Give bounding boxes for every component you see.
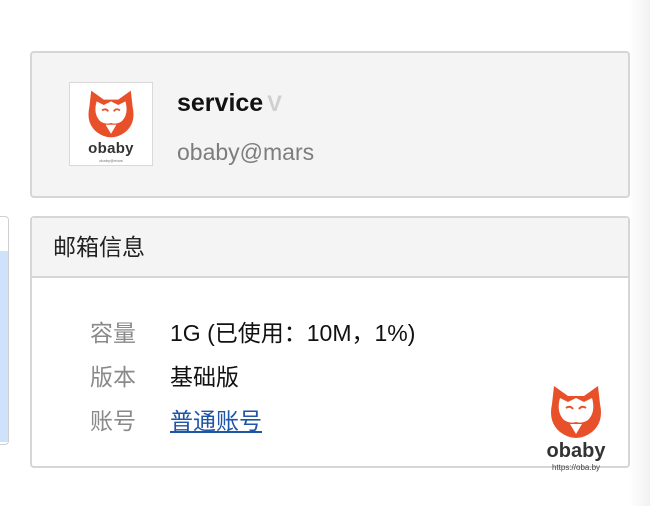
watermark-logo: obaby https://oba.by [543,382,609,472]
right-scroll-shadow [628,0,650,506]
capacity-row: 容量 1G (已使用：10M，1%) [90,314,415,348]
avatar-tagline: obaby@mars [99,158,123,163]
profile-name-row: service V [177,89,282,118]
left-panel-selection [0,251,8,442]
watermark-brand: obaby [546,440,606,462]
fox-logo-icon [88,90,134,138]
account-label: 账号 [90,408,136,434]
verified-v-icon: V [267,91,282,116]
fox-logo-icon [551,386,601,438]
profile-card: obaby obaby@mars service V obaby@mars [30,51,630,198]
watermark-url: https://oba.by [551,463,601,472]
account-type-link[interactable]: 普通账号 [170,402,262,436]
version-value: 基础版 [170,364,239,390]
profile-address: obaby@mars [177,139,315,165]
left-panel-edge [0,216,9,445]
capacity-label: 容量 [90,320,136,346]
capacity-value: 1G (已使用：10M，1%) [170,320,416,346]
avatar[interactable]: obaby obaby@mars [69,82,153,166]
version-label: 版本 [90,364,136,390]
account-row: 账号 普通账号 [90,402,262,436]
avatar-brand-text: obaby [88,140,134,157]
mailbox-info-card: 邮箱信息 容量 1G (已使用：10M，1%) 版本 基础版 账号 普通账号 [30,216,630,468]
mailbox-info-title: 邮箱信息 [32,218,628,278]
version-row: 版本 基础版 [90,358,239,392]
profile-name: service [177,89,264,117]
